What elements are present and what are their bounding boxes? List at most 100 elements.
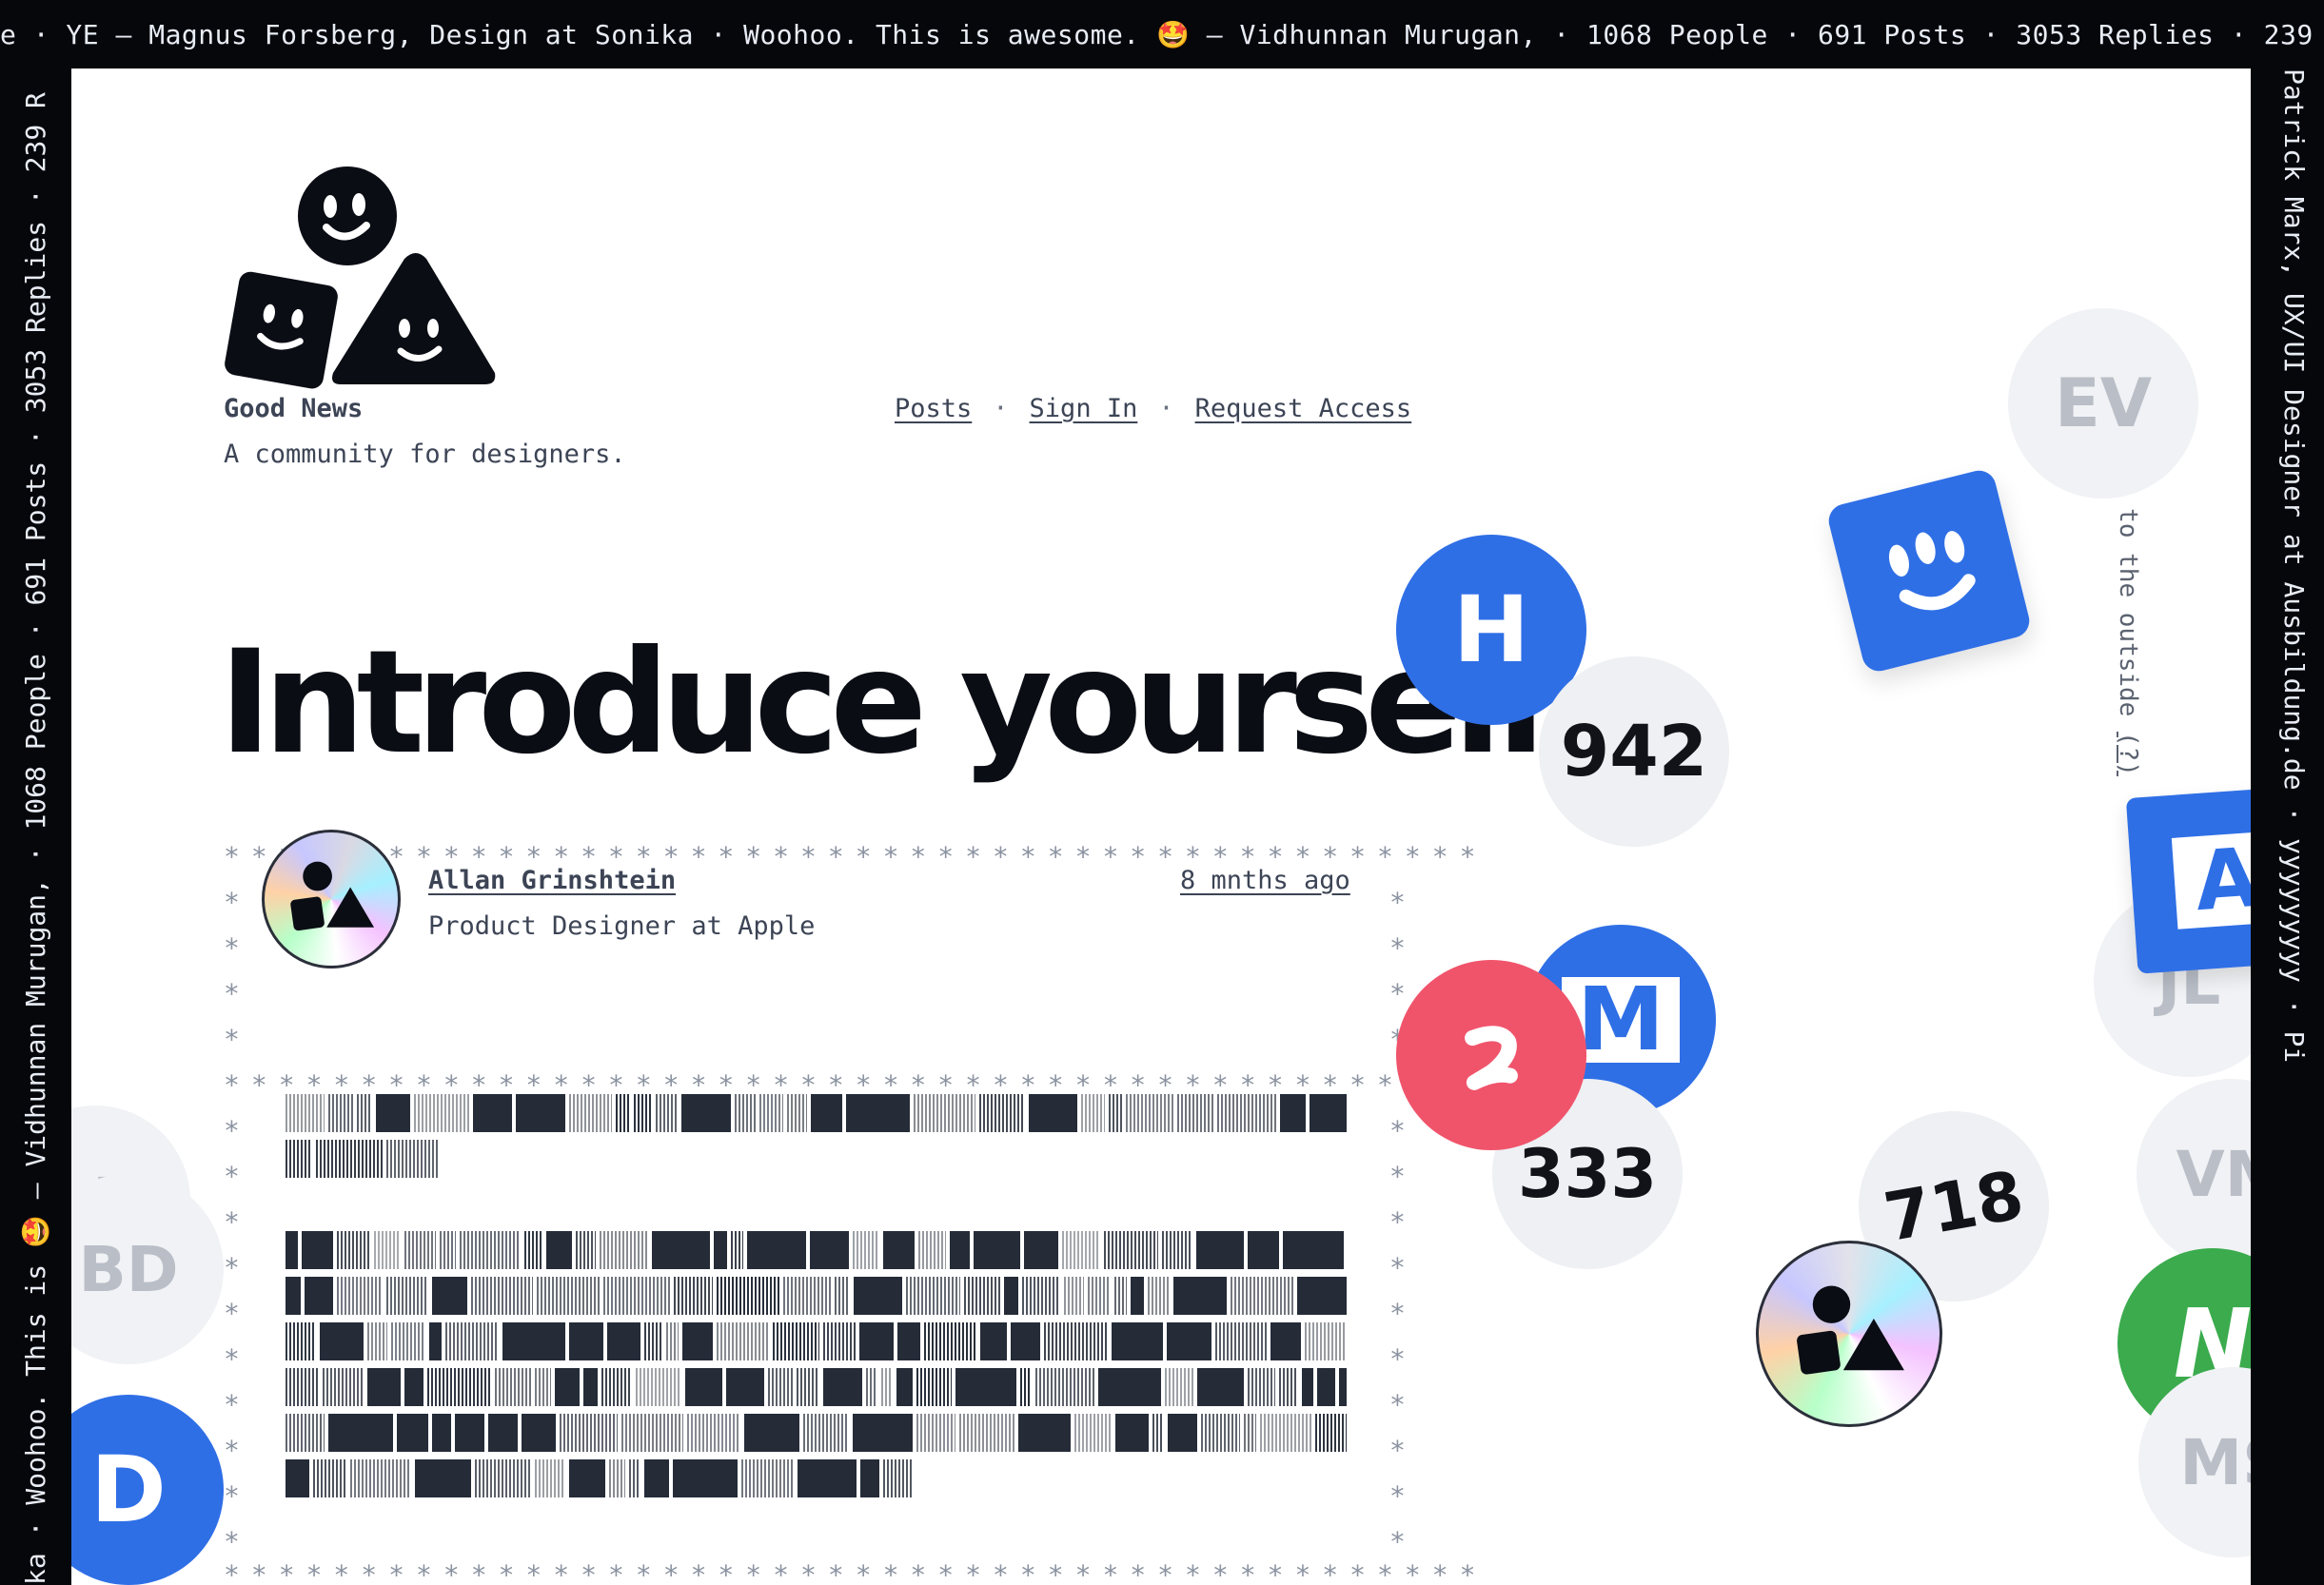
site-name: Good News bbox=[224, 394, 364, 423]
frame-star: * bbox=[224, 978, 240, 1009]
redacted-block bbox=[1248, 1368, 1275, 1406]
redacted-block bbox=[1152, 1414, 1164, 1452]
redacted-block bbox=[1165, 1368, 1193, 1406]
redacted-block bbox=[810, 1231, 849, 1269]
redacted-block bbox=[906, 1277, 960, 1315]
redacted-block bbox=[1305, 1322, 1347, 1360]
frame-star: * bbox=[224, 1298, 240, 1329]
redacted-block bbox=[386, 1140, 438, 1178]
avatar-bubble-red[interactable] bbox=[1396, 960, 1586, 1150]
redacted-block bbox=[916, 1368, 952, 1406]
redacted-block bbox=[607, 1322, 640, 1360]
frame-star: * bbox=[1389, 1435, 1406, 1466]
redacted-block bbox=[823, 1322, 856, 1360]
redacted-block bbox=[414, 1094, 469, 1132]
post-time-link[interactable]: 8 mnths ago bbox=[1180, 866, 1350, 895]
redacted-block bbox=[1270, 1322, 1301, 1360]
redacted-block bbox=[1126, 1094, 1173, 1132]
redacted-block bbox=[656, 1094, 678, 1132]
redacted-block bbox=[1283, 1231, 1344, 1269]
redacted-block bbox=[731, 1231, 743, 1269]
frame-star: * bbox=[224, 1024, 240, 1055]
redacted-block bbox=[787, 1094, 807, 1132]
redacted-block bbox=[1215, 1322, 1267, 1360]
nav-request-access-link[interactable]: Request Access bbox=[1195, 394, 1412, 423]
redacted-block bbox=[896, 1368, 913, 1406]
redacted-block bbox=[1317, 1368, 1335, 1406]
redacted-block bbox=[1196, 1231, 1244, 1269]
redacted-line bbox=[286, 1459, 914, 1497]
frame-star: * bbox=[224, 887, 240, 918]
ribbon-left: ka · Woohoo. This is 🤩 — Vidhunnan Murug… bbox=[0, 68, 69, 1585]
redacted-block bbox=[576, 1231, 596, 1269]
redacted-block bbox=[1114, 1277, 1127, 1315]
frame-star: * bbox=[1389, 1252, 1406, 1283]
redacted-block bbox=[302, 1231, 333, 1269]
redacted-block bbox=[313, 1459, 346, 1497]
redacted-block bbox=[432, 1277, 467, 1315]
frame-star: * bbox=[224, 932, 240, 964]
redacted-block bbox=[286, 1368, 319, 1406]
holographic-avatar-icon[interactable] bbox=[1756, 1241, 1942, 1427]
redacted-block bbox=[714, 1231, 727, 1269]
redacted-block bbox=[914, 1094, 975, 1132]
post-author-link[interactable]: Allan Grinshtein bbox=[428, 866, 676, 895]
redacted-block bbox=[1148, 1277, 1170, 1315]
redacted-block bbox=[773, 1322, 819, 1360]
redacted-block bbox=[744, 1414, 799, 1452]
frame-star: * bbox=[224, 1389, 240, 1420]
avatar-initials: H bbox=[1452, 577, 1530, 683]
redacted-block bbox=[286, 1459, 309, 1497]
redacted-block bbox=[1074, 1414, 1112, 1452]
redacted-block bbox=[445, 1322, 499, 1360]
redacted-block bbox=[374, 1231, 401, 1269]
frame-star: * bbox=[1389, 1389, 1406, 1420]
redacted-block bbox=[835, 1277, 850, 1315]
avatar-bubble-d[interactable]: D bbox=[71, 1395, 224, 1585]
redacted-block bbox=[682, 1322, 713, 1360]
nav-posts-link[interactable]: Posts bbox=[895, 394, 972, 423]
redacted-block bbox=[616, 1094, 630, 1132]
redacted-block bbox=[916, 1414, 955, 1452]
site-tagline: A community for designers. bbox=[224, 440, 626, 469]
redacted-block bbox=[1104, 1231, 1158, 1269]
redacted-block bbox=[1109, 1094, 1122, 1132]
redacted-block bbox=[846, 1094, 910, 1132]
avatar-tile-a[interactable]: A bbox=[2125, 785, 2251, 974]
redacted-block bbox=[687, 1414, 740, 1452]
redacted-block bbox=[811, 1094, 842, 1132]
redacted-block bbox=[759, 1094, 783, 1132]
redacted-block bbox=[1022, 1277, 1060, 1315]
redacted-block bbox=[415, 1459, 471, 1497]
redacted-block bbox=[735, 1094, 756, 1132]
nav-separator: · bbox=[993, 394, 1009, 423]
unreadable-help-link[interactable]: (?) bbox=[2114, 732, 2142, 776]
redacted-line bbox=[286, 1094, 1347, 1132]
redacted-block bbox=[460, 1231, 521, 1269]
redacted-block bbox=[854, 1277, 902, 1315]
redacted-block bbox=[328, 1094, 353, 1132]
redacted-block bbox=[924, 1322, 976, 1360]
redacted-block bbox=[717, 1277, 779, 1315]
ribbon-right: Patrick Marx, UX/UI Designer at Ausbildu… bbox=[2251, 68, 2324, 1585]
avatar-bubble-vm[interactable]: VM bbox=[2137, 1079, 2251, 1269]
redacted-block bbox=[495, 1368, 531, 1406]
frame-star: * bbox=[1389, 1115, 1406, 1146]
holographic-avatar-icon[interactable] bbox=[262, 830, 401, 969]
avatar-bubble-ev[interactable]: EV bbox=[2008, 308, 2198, 499]
count-value: 942 bbox=[1560, 711, 1708, 792]
post-author-role: Product Designer at Apple bbox=[428, 911, 816, 941]
count-bubble-942[interactable]: 942 bbox=[1539, 656, 1729, 847]
redacted-line bbox=[286, 1231, 1347, 1269]
redacted-block bbox=[1297, 1277, 1347, 1315]
page-title: Introduce yourself. bbox=[219, 620, 1593, 786]
redacted-block bbox=[535, 1368, 551, 1406]
nav-sign-in-link[interactable]: Sign In bbox=[1030, 394, 1138, 423]
avatar-bubble-bd[interactable]: BD bbox=[71, 1174, 224, 1364]
redacted-block bbox=[797, 1368, 819, 1406]
redacted-block bbox=[397, 1414, 428, 1452]
redacted-block bbox=[286, 1094, 325, 1132]
redacted-block bbox=[666, 1322, 679, 1360]
redacted-block bbox=[516, 1094, 565, 1132]
redacted-block bbox=[1260, 1414, 1311, 1452]
